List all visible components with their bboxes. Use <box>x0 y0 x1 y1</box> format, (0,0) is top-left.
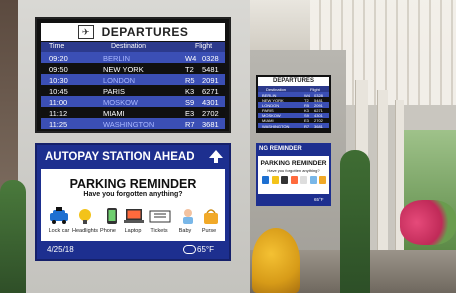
planter-greenery <box>340 150 370 293</box>
headlights-icon <box>271 176 279 184</box>
reminder-heading: PARKING REMINDER <box>69 177 197 191</box>
column-destination: Destination <box>111 43 147 50</box>
reminder-subheading-small: Have you forgotten anything? <box>267 168 320 173</box>
yellow-mums <box>252 228 300 293</box>
temperature-text-small: 65°F <box>314 197 324 202</box>
departure-row: 11:25 WASHINGTON R7 3681 <box>41 118 225 129</box>
departures-title-small: DEPARTURES <box>258 77 329 86</box>
laptop-icon <box>122 206 146 226</box>
autopay-sign-small: NG REMINDER PARKING REMINDER Have you fo… <box>256 143 331 206</box>
departure-row: 09:50 NEW YORK T2 5481 <box>41 63 225 74</box>
departures-title: DEPARTURES <box>101 25 189 39</box>
baby-icon <box>176 206 200 226</box>
departures-column-header: Time Destination Flight <box>41 42 225 52</box>
departure-row: 10:45 PARIS K3 6271 <box>41 85 225 96</box>
autopay-title-small: NG REMINDER <box>259 146 302 152</box>
departures-board-small: DEPARTURES Destination Flight BERLIN W4 03… <box>256 75 331 133</box>
reminder-icons-small <box>262 176 326 186</box>
autopay-sign: AUTOPAY STATION AHEAD PARKING REMINDER H… <box>35 143 231 261</box>
pink-flowers <box>400 200 456 245</box>
departures-board: ✈ DEPARTURES Time Destination Flight 09:… <box>35 17 231 133</box>
reminder-heading-small: PARKING REMINDER <box>260 160 327 167</box>
car-lock-icon <box>262 176 269 184</box>
planter-left <box>0 180 26 293</box>
baby-icon <box>309 176 317 184</box>
column-flight: Flight <box>195 43 213 50</box>
reminder-panel: PARKING REMINDER Have you forgotten anyt… <box>41 169 225 241</box>
phone-icon <box>281 176 288 184</box>
reminder-subheading: Have you forgotten anything? <box>83 191 183 198</box>
purse-icon <box>319 176 326 184</box>
tickets-icon <box>148 206 172 226</box>
phone-icon <box>100 206 124 226</box>
headlights-icon <box>74 206 98 226</box>
reminder-panel-small: PARKING REMINDER Have you forgotten anyt… <box>258 156 329 194</box>
item-label: Purse <box>201 228 217 234</box>
laptop-icon <box>290 176 298 184</box>
departure-row: 09:20 BERLIN W4 0328 <box>41 52 225 63</box>
departure-row: 10:30 LONDON R5 2091 <box>41 74 225 85</box>
cloud-icon <box>183 245 196 254</box>
temperature-text: 65°F <box>197 245 214 254</box>
car-lock-icon <box>47 206 71 226</box>
departures-rows-small: BERLIN W4 0328 NEW YORK T2 5481 LONDON R5 2091… <box>258 92 329 129</box>
purse-icon <box>199 206 223 226</box>
departures-rows: 09:20 BERLIN W4 0328 09:50 NEW YORK T2 5481 10… <box>41 52 225 129</box>
departure-row: 11:00 MOSKOW S9 4301 <box>41 96 225 107</box>
departure-row: 11:12 MIAMI E3 2702 <box>41 107 225 118</box>
departure-row-small: WASHINGTON R7 3681 <box>258 123 329 129</box>
arrow-up-icon-stem <box>214 158 218 163</box>
departures-header: ✈ DEPARTURES <box>41 23 225 41</box>
date-text: 4/25/18 <box>47 245 74 254</box>
autopay-title: AUTOPAY STATION AHEAD <box>45 151 195 163</box>
tickets-icon <box>300 176 307 184</box>
column-time: Time <box>49 43 65 50</box>
airplane-icon: ✈ <box>77 25 94 39</box>
arrow-up-icon <box>209 150 223 158</box>
